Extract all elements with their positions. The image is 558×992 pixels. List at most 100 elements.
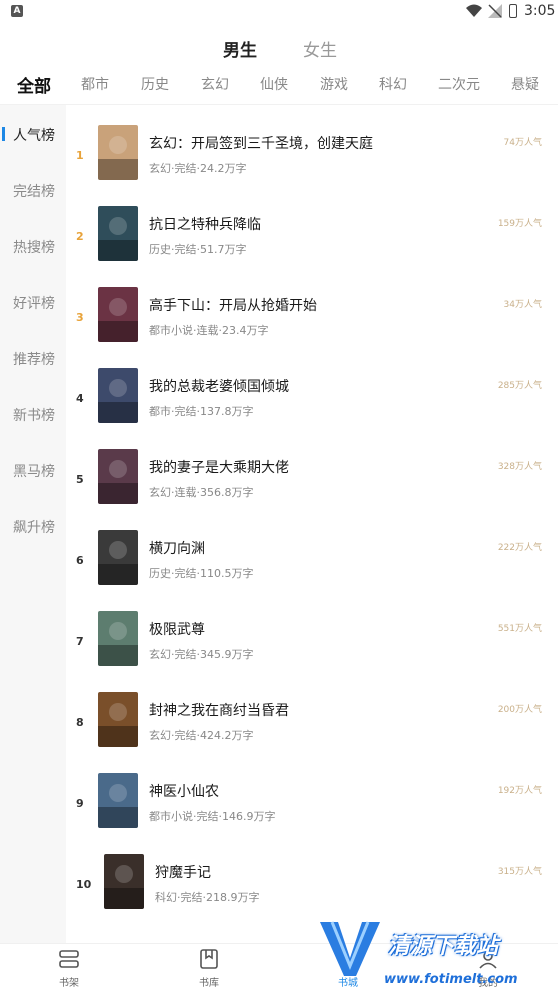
rank-number: 9 bbox=[76, 797, 84, 810]
active-indicator bbox=[2, 127, 5, 141]
book-popularity: 328万人气 bbox=[497, 462, 542, 472]
book-row[interactable]: 9 神医小仙农 都市小说·完结·146.9万字 192万人气 bbox=[66, 753, 558, 834]
rank-rising[interactable]: 飙升榜 bbox=[0, 511, 66, 541]
book-popularity: 159万人气 bbox=[497, 219, 542, 229]
rank-label: 推荐榜 bbox=[13, 352, 55, 368]
rank-number: 3 bbox=[76, 311, 84, 324]
rank-label: 完结榜 bbox=[13, 184, 55, 200]
book-popularity: 315万人气 bbox=[497, 867, 542, 877]
book-title[interactable]: 狩魔手记 bbox=[155, 862, 211, 882]
rank-number: 6 bbox=[76, 554, 84, 567]
rank-dark-horse[interactable]: 黑马榜 bbox=[0, 455, 66, 485]
rank-number: 10 bbox=[76, 878, 92, 891]
library-icon bbox=[200, 949, 218, 969]
book-row[interactable]: 3 高手下山：开局从抢婚开始 都市小说·连载·23.4万字 34万人气 bbox=[66, 267, 558, 348]
book-meta: 玄幻·完结·424.2万字 bbox=[149, 729, 254, 742]
rank-trending[interactable]: 热搜榜 bbox=[0, 231, 66, 261]
nav-library[interactable]: 书库 bbox=[179, 948, 239, 992]
category-tab-fantasy[interactable]: 玄幻 bbox=[201, 74, 229, 94]
battery-icon bbox=[509, 4, 517, 18]
book-title[interactable]: 极限武尊 bbox=[149, 619, 205, 639]
clock: 3:05 bbox=[524, 3, 556, 19]
book-row[interactable]: 1 玄幻：开局签到三千圣境，创建天庭玄幻·完结·24.2万字 74万人气 bbox=[66, 105, 558, 186]
watermark: 清源下载站 www.fotimelt.com bbox=[318, 918, 538, 990]
book-popularity: 34万人气 bbox=[503, 300, 542, 310]
book-cover[interactable] bbox=[98, 692, 138, 747]
rank-popular[interactable]: 人气榜 bbox=[0, 119, 66, 149]
book-row[interactable]: 10 狩魔手记科幻·完结·218.9万字 315万人气 bbox=[66, 834, 558, 915]
rank-label: 新书榜 bbox=[13, 408, 55, 424]
watermark-logo-icon bbox=[320, 921, 380, 976]
rank-label: 好评榜 bbox=[13, 296, 55, 312]
book-cover[interactable] bbox=[98, 773, 138, 828]
book-cover[interactable] bbox=[98, 611, 138, 666]
category-tab-scifi[interactable]: 科幻 bbox=[379, 74, 407, 94]
book-cover[interactable] bbox=[104, 854, 144, 909]
rank-new[interactable]: 新书榜 bbox=[0, 399, 66, 429]
rank-number: 7 bbox=[76, 635, 84, 648]
no-signal-icon bbox=[488, 4, 502, 18]
gender-tabs: 男生 女生 bbox=[0, 36, 558, 61]
book-title[interactable]: 玄幻：开局签到三千圣境，创建天庭 bbox=[149, 133, 373, 153]
rank-number: 4 bbox=[76, 392, 84, 405]
book-popularity: 74万人气 bbox=[503, 138, 542, 148]
rank-number: 1 bbox=[76, 149, 84, 162]
notification-icon: A bbox=[11, 5, 23, 17]
book-row[interactable]: 2 抗日之特种兵降临 历史·完结·51.7万字 159万人气 bbox=[66, 186, 558, 267]
wifi-icon bbox=[466, 4, 482, 17]
book-row[interactable]: 8 封神之我在商纣当昏君玄幻·完结·424.2万字 200万人气 bbox=[66, 672, 558, 753]
rank-label: 黑马榜 bbox=[13, 464, 55, 480]
category-tab-xianxia[interactable]: 仙侠 bbox=[260, 74, 288, 94]
book-title[interactable]: 我的总裁老婆倾国倾城 bbox=[149, 376, 289, 396]
category-tab-urban[interactable]: 都市 bbox=[81, 74, 109, 94]
book-row[interactable]: 6 横刀向渊历史·完结·110.5万字 222万人气 bbox=[66, 510, 558, 591]
book-popularity: 200万人气 bbox=[497, 705, 542, 715]
watermark-url: www.fotimelt.com bbox=[384, 972, 518, 987]
book-title[interactable]: 神医小仙农 bbox=[149, 781, 219, 801]
book-popularity: 192万人气 bbox=[497, 786, 542, 796]
watermark-brand: 清源下载站 bbox=[388, 934, 499, 959]
book-popularity: 551万人气 bbox=[497, 624, 542, 634]
rank-top-rated[interactable]: 好评榜 bbox=[0, 287, 66, 317]
rank-completed[interactable]: 完结榜 bbox=[0, 175, 66, 205]
book-meta: 玄幻·完结·345.9万字 bbox=[149, 648, 254, 661]
bookshelf-icon bbox=[59, 950, 79, 968]
book-cover[interactable] bbox=[98, 530, 138, 585]
book-title[interactable]: 封神之我在商纣当昏君 bbox=[149, 700, 289, 720]
rank-number: 8 bbox=[76, 716, 84, 729]
book-row[interactable]: 5 我的妻子是大乘期大佬玄幻·连载·356.8万字 328万人气 bbox=[66, 429, 558, 510]
book-row[interactable]: 4 我的总裁老婆倾国倾城 都市·完结·137.8万字 285万人气 bbox=[66, 348, 558, 429]
nav-bookshelf[interactable]: 书架 bbox=[39, 948, 99, 992]
book-meta: 玄幻·完结·24.2万字 bbox=[149, 162, 247, 175]
category-tab-game[interactable]: 游戏 bbox=[320, 74, 348, 94]
book-cover[interactable] bbox=[98, 125, 138, 180]
category-tabs: 全部 都市 历史 玄幻 仙侠 游戏 科幻 二次元 悬疑 bbox=[0, 72, 558, 97]
category-tab-history[interactable]: 历史 bbox=[141, 74, 169, 94]
nav-label: 书架 bbox=[59, 978, 79, 989]
book-row[interactable]: 7 极限武尊玄幻·完结·345.9万字 551万人气 bbox=[66, 591, 558, 672]
book-meta: 历史·完结·110.5万字 bbox=[149, 567, 254, 580]
book-cover[interactable] bbox=[98, 206, 138, 261]
rank-number: 5 bbox=[76, 473, 84, 486]
rank-recommended[interactable]: 推荐榜 bbox=[0, 343, 66, 373]
rank-label: 热搜榜 bbox=[13, 240, 55, 256]
book-popularity: 222万人气 bbox=[497, 543, 542, 553]
tab-male[interactable]: 男生 bbox=[223, 36, 257, 61]
status-bar: A 3:05 bbox=[0, 0, 558, 24]
nav-label: 书库 bbox=[199, 978, 219, 989]
book-title[interactable]: 抗日之特种兵降临 bbox=[149, 214, 261, 234]
book-popularity: 285万人气 bbox=[497, 381, 542, 391]
book-title[interactable]: 我的妻子是大乘期大佬 bbox=[149, 457, 289, 477]
category-tab-mystery[interactable]: 悬疑 bbox=[511, 74, 539, 94]
book-meta: 历史·完结·51.7万字 bbox=[149, 243, 247, 256]
book-cover[interactable] bbox=[98, 368, 138, 423]
book-cover[interactable] bbox=[98, 287, 138, 342]
book-title[interactable]: 高手下山：开局从抢婚开始 bbox=[149, 295, 317, 315]
tab-female[interactable]: 女生 bbox=[303, 36, 337, 61]
book-meta: 科幻·完结·218.9万字 bbox=[155, 891, 260, 904]
book-meta: 玄幻·连载·356.8万字 bbox=[149, 486, 254, 499]
book-title[interactable]: 横刀向渊 bbox=[149, 538, 205, 558]
book-cover[interactable] bbox=[98, 449, 138, 504]
category-tab-anime[interactable]: 二次元 bbox=[438, 74, 480, 94]
category-tab-all[interactable]: 全部 bbox=[17, 72, 51, 97]
